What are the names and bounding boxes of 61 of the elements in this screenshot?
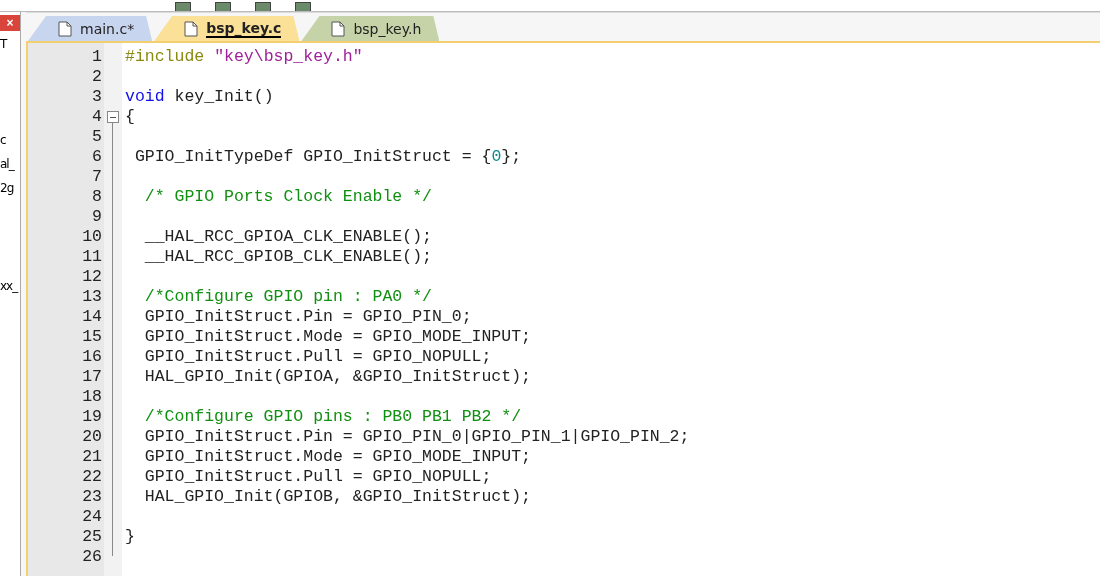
line-number: 25 (81, 527, 103, 547)
toolbar-icon[interactable] (255, 2, 271, 11)
toolbar-icon[interactable] (215, 2, 231, 11)
line-number: 24 (81, 507, 103, 527)
code-line: } (125, 527, 135, 546)
tree-item[interactable]: c (0, 133, 20, 147)
line-number: 5 (91, 127, 103, 147)
code-line: HAL_GPIO_Init(GPIOA, &GPIO_InitStruct); (143, 367, 531, 386)
code-line: GPIO_InitStruct.Mode = GPIO_MODE_INPUT; (143, 447, 531, 466)
file-icon (184, 20, 199, 37)
code-line: { (125, 107, 135, 126)
code-line: /* GPIO Ports Clock Enable */ (143, 187, 432, 206)
file-tab[interactable]: bsp_key.c (154, 16, 300, 41)
line-number: 19 (81, 407, 103, 427)
line-number: 6 (91, 147, 103, 167)
line-number: 18 (81, 387, 103, 407)
code-line: void key_Init() (125, 87, 274, 106)
tree-item[interactable]: xx_ (0, 279, 20, 293)
file-tab[interactable]: bsp_key.h (301, 16, 440, 41)
code-line: GPIO_InitStruct.Pull = GPIO_NOPULL; (143, 347, 492, 366)
line-number: 15 (81, 327, 103, 347)
code-line: __HAL_RCC_GPIOB_CLK_ENABLE(); (143, 247, 432, 266)
toolbar-icon[interactable] (295, 2, 311, 11)
code-line: GPIO_InitStruct.Mode = GPIO_MODE_INPUT; (143, 327, 531, 346)
line-number: 3 (91, 87, 103, 107)
line-number: 9 (91, 207, 103, 227)
line-number: 16 (81, 347, 103, 367)
line-number: 12 (81, 267, 103, 287)
code-line: GPIO_InitStruct.Pull = GPIO_NOPULL; (143, 467, 492, 486)
line-number: 23 (81, 487, 103, 507)
code-line: /*Configure GPIO pins : PB0 PB1 PB2 */ (143, 407, 522, 426)
line-number: 1 (91, 47, 103, 67)
code-line: GPIO_InitStruct.Pin = GPIO_PIN_0|GPIO_PIN_1|GPIO_PIN_2; (143, 427, 690, 446)
close-button[interactable]: × (0, 15, 20, 31)
line-number: 20 (81, 427, 103, 447)
line-number: 26 (81, 547, 103, 567)
code-line: GPIO_InitStruct.Pin = GPIO_PIN_0; (143, 307, 472, 326)
code-line: /*Configure GPIO pin : PA0 */ (143, 287, 432, 306)
line-number: 22 (81, 467, 103, 487)
code-line: #include "key\bsp_key.h" (125, 47, 363, 66)
code-line: __HAL_RCC_GPIOA_CLK_ENABLE(); (143, 227, 432, 246)
line-number: 4 (91, 107, 103, 127)
line-number: 11 (81, 247, 103, 267)
code-line: GPIO_InitTypeDef GPIO_InitStruct = {0}; (133, 147, 522, 166)
line-number: 17 (81, 367, 103, 387)
line-number: 13 (81, 287, 103, 307)
tree-item[interactable]: T (0, 37, 20, 51)
code-line: HAL_GPIO_Init(GPIOB, &GPIO_InitStruct); (143, 487, 531, 506)
collapse-icon[interactable] (107, 111, 119, 123)
line-number: 10 (81, 227, 103, 247)
file-icon (331, 20, 346, 37)
tree-item[interactable]: al_ (0, 157, 20, 171)
line-number: 2 (91, 67, 103, 87)
file-tab[interactable]: main.c* (28, 16, 153, 41)
line-number: 7 (91, 167, 103, 187)
line-number: 14 (81, 307, 103, 327)
line-number: 8 (91, 187, 103, 207)
tree-item[interactable]: 2g (0, 181, 20, 195)
toolbar-icon[interactable] (175, 2, 191, 11)
line-number: 21 (81, 447, 103, 467)
file-icon (58, 20, 72, 37)
